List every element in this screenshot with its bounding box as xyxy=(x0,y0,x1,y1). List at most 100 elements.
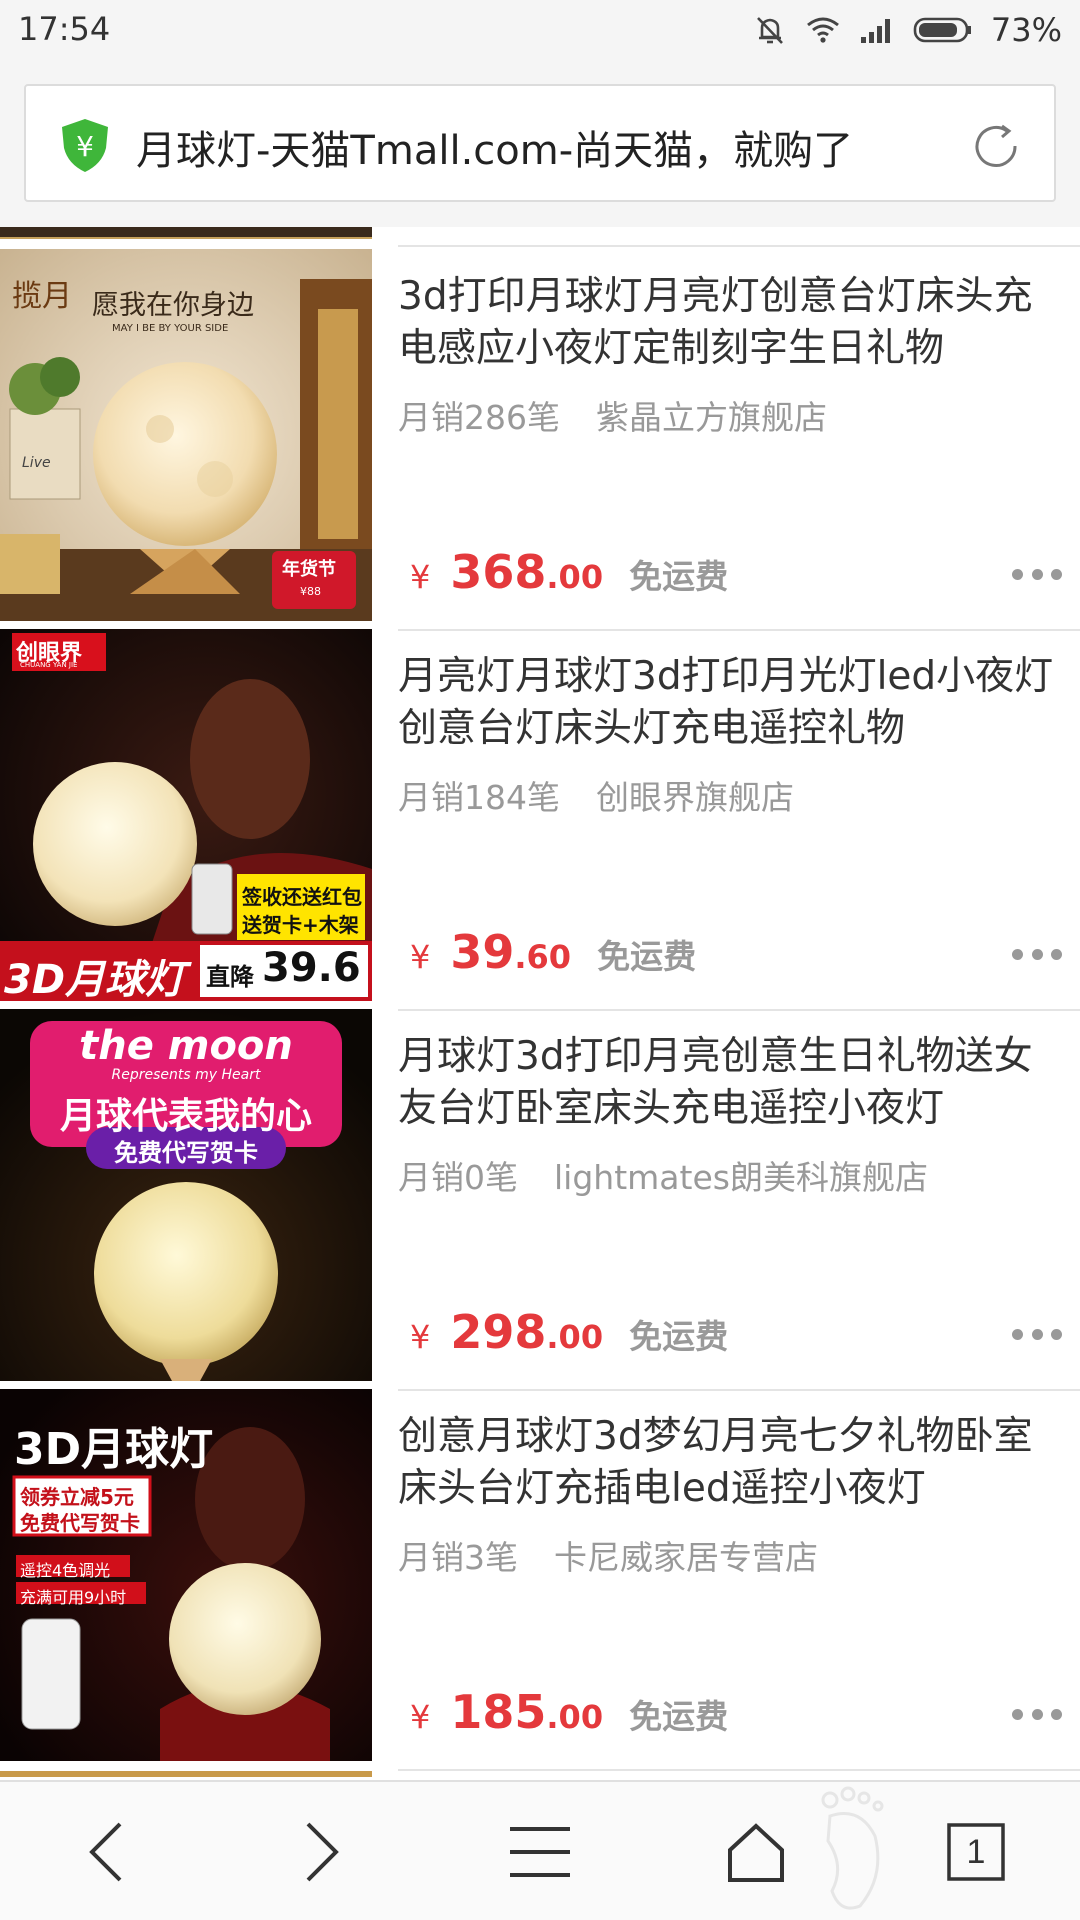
previous-item-image[interactable] xyxy=(0,227,372,239)
more-options-icon[interactable] xyxy=(1012,1329,1062,1343)
feature-tag-1: 遥控4色调光 xyxy=(20,1561,111,1580)
product-card[interactable]: 揽月 愿我在你身边 MAY I BE BY YOUR SIDE Live 年货节… xyxy=(0,249,1080,631)
forward-button[interactable] xyxy=(282,1812,362,1892)
currency-symbol: ¥ xyxy=(410,1698,431,1736)
next-item-image[interactable] xyxy=(0,1771,372,1777)
tabs-button[interactable]: 1 xyxy=(936,1812,1016,1892)
price-decimal: .60 xyxy=(514,938,572,976)
product-list: 揽月 愿我在你身边 MAY I BE BY YOUR SIDE Live 年货节… xyxy=(0,227,1080,1777)
image-line-1: the moon xyxy=(79,1023,293,1069)
product-image[interactable]: 揽月 愿我在你身边 MAY I BE BY YOUR SIDE Live 年货节… xyxy=(0,249,372,621)
image-subline: MAY I BE BY YOUR SIDE xyxy=(112,323,229,334)
product-info: 3d打印月球灯月亮灯创意台灯床头充电感应小夜灯定制刻字生日礼物 月销286笔 紫晶… xyxy=(398,249,1058,621)
more-options-icon[interactable] xyxy=(1012,949,1062,963)
product-info: 月亮灯月球灯3d打印月光灯led小夜灯创意台灯床头灯充电遥控礼物 月销184笔创… xyxy=(398,629,1058,1001)
image-headline: 3D月球灯 xyxy=(14,1424,214,1475)
image-line-2: Represents my Heart xyxy=(111,1067,261,1083)
product-title[interactable]: 3d打印月球灯月亮灯创意台灯床头充电感应小夜灯定制刻字生日礼物 xyxy=(398,271,1058,375)
monthly-sales: 月销3笔 xyxy=(398,1538,518,1577)
svg-text:¥: ¥ xyxy=(76,130,94,163)
banner-text: 3D月球灯 xyxy=(4,957,186,1001)
mug-text: Live xyxy=(22,455,51,471)
monthly-sales: 月销0笔 xyxy=(398,1158,518,1197)
status-time: 17:54 xyxy=(18,10,111,48)
price: ¥ 185 .00 免运费 xyxy=(410,1685,728,1745)
product-image[interactable]: 3D月球灯 领券立减5元 免费代写贺卡 遥控4色调光 充满可用9小时 xyxy=(0,1389,372,1761)
tab-count: 1 xyxy=(966,1832,986,1871)
price-integer: 298 xyxy=(450,1305,547,1359)
product-info: 月球灯3d打印月亮创意生日礼物送女友台灯卧室床头充电遥控小夜灯 月销0笔 ligh… xyxy=(398,1009,1058,1381)
shop-name[interactable]: 紫晶立方旗舰店 xyxy=(596,398,827,437)
product-meta: 月销286笔 紫晶立方旗舰店 xyxy=(398,391,827,439)
page-title[interactable]: 月球灯-天猫Tmall.com-尚天猫，就购了 xyxy=(136,118,853,176)
promo-line-1: 签收还送红包 xyxy=(242,885,362,909)
status-bar: 17:54 73% xyxy=(0,0,1080,62)
shipping-label: 免运费 xyxy=(629,557,729,596)
footprint-watermark-icon xyxy=(821,1786,884,1910)
price: ¥ 39 .60 免运费 xyxy=(410,925,696,985)
wifi-icon xyxy=(806,17,839,43)
image-line-3: 月球代表我的心 xyxy=(59,1096,312,1137)
shipping-label: 免运费 xyxy=(629,1317,729,1356)
menu-button[interactable] xyxy=(500,1812,580,1892)
currency-symbol: ¥ xyxy=(410,558,431,596)
banner-price: 39.6 xyxy=(262,945,361,991)
promo-line-2: 免费代写贺卡 xyxy=(20,1511,140,1535)
product-meta: 月销184笔 创眼界旗舰店 xyxy=(398,771,794,819)
price-integer: 185 xyxy=(450,1685,547,1739)
brand-logo-sub: CHUANG YAN JIE xyxy=(20,661,78,669)
product-title[interactable]: 月球灯3d打印月亮创意生日礼物送女友台灯卧室床头充电遥控小夜灯 xyxy=(398,1031,1058,1135)
image-pill: 免费代写贺卡 xyxy=(114,1139,258,1167)
product-card[interactable]: the moon Represents my Heart 月球代表我的心 免费代… xyxy=(0,1009,1080,1391)
feature-tag-2: 充满可用9小时 xyxy=(20,1588,127,1607)
status-icons: 73% xyxy=(753,10,1062,50)
price: ¥ 298 .00 免运费 xyxy=(410,1305,728,1365)
menu-icon xyxy=(510,1827,570,1877)
more-options-icon[interactable] xyxy=(1012,1709,1062,1723)
chevron-right-icon xyxy=(306,1822,339,1882)
shop-name[interactable]: lightmates朗美科旗舰店 xyxy=(554,1158,928,1197)
monthly-sales: 月销286笔 xyxy=(398,398,560,437)
product-card[interactable]: 创眼界 CHUANG YAN JIE 签收还送红包 送贺卡+木架 3D月球灯 直… xyxy=(0,629,1080,1011)
price-integer: 368 xyxy=(450,545,547,599)
address-bar[interactable]: ¥ 月球灯-天猫Tmall.com-尚天猫，就购了 xyxy=(24,84,1056,202)
promo-line-1: 领券立减5元 xyxy=(20,1485,134,1509)
mute-bell-icon xyxy=(756,17,783,44)
promo-badge: 年货节 xyxy=(282,559,336,580)
price: ¥ 368 .00 免运费 xyxy=(410,545,728,605)
browser-bottom-nav: 1 xyxy=(0,1780,1080,1920)
shop-name[interactable]: 卡尼威家居专营店 xyxy=(554,1538,818,1577)
shipping-label: 免运费 xyxy=(597,937,697,976)
reload-icon[interactable] xyxy=(968,118,1024,174)
promo-badge-price: ¥88 xyxy=(300,585,321,598)
product-image[interactable]: the moon Represents my Heart 月球代表我的心 免费代… xyxy=(0,1009,372,1381)
currency-symbol: ¥ xyxy=(410,1318,431,1356)
price-decimal: .00 xyxy=(546,1318,604,1356)
home-icon xyxy=(728,1823,784,1882)
divider xyxy=(398,1769,1080,1771)
product-info: 创意月球灯3d梦幻月亮七夕礼物卧室床头台灯充插电led遥控小夜灯 月销3笔 卡尼威… xyxy=(398,1389,1058,1761)
signal-icon xyxy=(860,19,890,43)
secure-shield-icon: ¥ xyxy=(62,119,108,172)
promo-line-2: 送贺卡+木架 xyxy=(242,913,359,937)
browser-toolbar: ¥ 月球灯-天猫Tmall.com-尚天猫，就购了 xyxy=(0,62,1080,227)
price-integer: 39 xyxy=(450,925,515,979)
banner-price-label: 直降 xyxy=(206,963,254,991)
battery-percent: 73% xyxy=(990,11,1062,49)
monthly-sales: 月销184笔 xyxy=(398,778,560,817)
price-decimal: .00 xyxy=(546,558,604,596)
back-button[interactable] xyxy=(66,1812,146,1892)
battery-icon xyxy=(913,17,971,43)
product-meta: 月销3笔 卡尼威家居专营店 xyxy=(398,1531,818,1579)
product-title[interactable]: 创意月球灯3d梦幻月亮七夕礼物卧室床头台灯充插电led遥控小夜灯 xyxy=(398,1411,1058,1515)
more-options-icon[interactable] xyxy=(1012,569,1062,583)
divider xyxy=(398,245,1080,247)
product-title[interactable]: 月亮灯月球灯3d打印月光灯led小夜灯创意台灯床头灯充电遥控礼物 xyxy=(398,651,1058,755)
shop-name[interactable]: 创眼界旗舰店 xyxy=(596,778,794,817)
chevron-left-icon xyxy=(89,1822,122,1882)
product-image[interactable]: 创眼界 CHUANG YAN JIE 签收还送红包 送贺卡+木架 3D月球灯 直… xyxy=(0,629,372,1001)
shipping-label: 免运费 xyxy=(629,1697,729,1736)
product-meta: 月销0笔 lightmates朗美科旗舰店 xyxy=(398,1151,928,1199)
home-button[interactable] xyxy=(716,1812,796,1892)
product-card[interactable]: 3D月球灯 领券立减5元 免费代写贺卡 遥控4色调光 充满可用9小时 创意月球灯… xyxy=(0,1389,1080,1771)
